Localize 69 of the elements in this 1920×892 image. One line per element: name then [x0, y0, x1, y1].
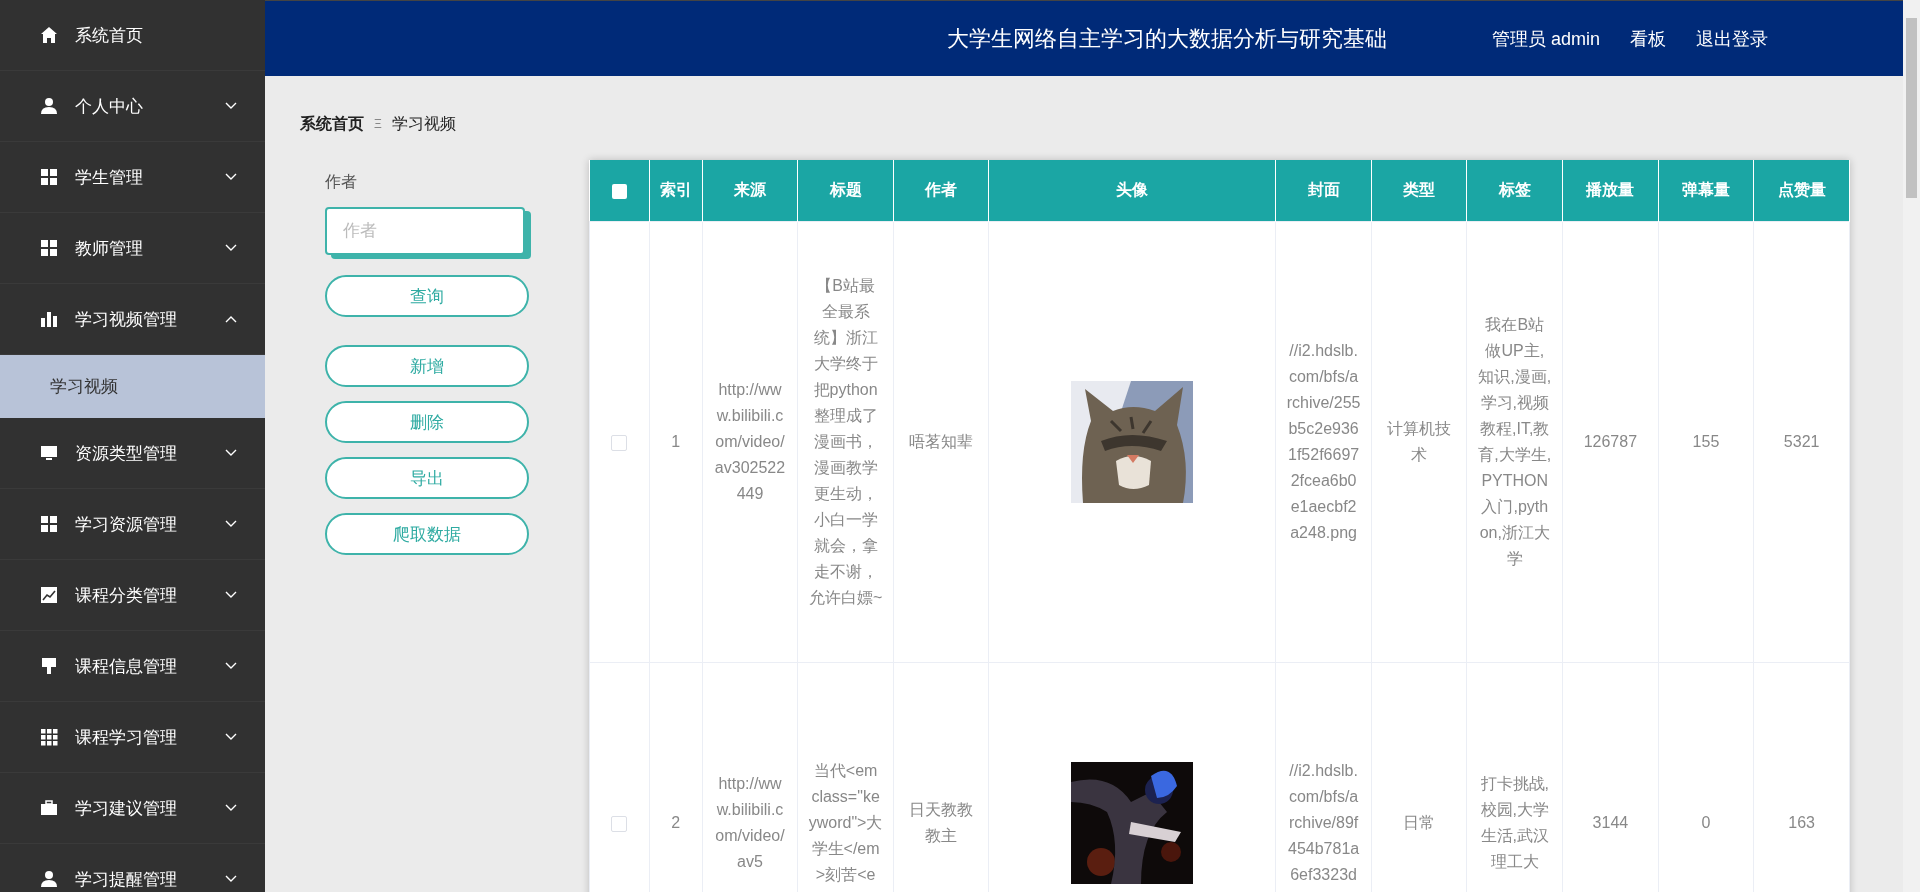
grid-icon [40, 239, 58, 257]
row-checkbox[interactable] [611, 434, 628, 451]
header-link[interactable]: 退出登录 [1696, 26, 1768, 51]
header-link[interactable]: 看板 [1630, 26, 1666, 51]
breadcrumb-current: 学习视频 [391, 113, 456, 134]
nav-label: 课程分类管理 [75, 584, 177, 607]
user-icon [40, 97, 58, 115]
column-header: 标签 [1467, 160, 1563, 222]
grid-icon [40, 168, 58, 186]
nav-label: 资源类型管理 [75, 442, 177, 465]
table-cell: http://www.bilibili.com/video/av302522449 [702, 221, 798, 663]
nav-label: 学习资源管理 [75, 513, 177, 536]
nav-label: 学习建议管理 [75, 797, 177, 820]
sidebar-item[interactable]: 课程信息管理 [0, 631, 265, 702]
nav-label: 教师管理 [75, 237, 143, 260]
column-header: 作者 [893, 160, 989, 222]
table-cell: 我在B站做UP主,知识,漫画,学习,视频教程,IT,教育,大学生,PYTHON入门,python,浙江大学 [1467, 221, 1563, 663]
grid-icon [40, 728, 58, 746]
column-header: 索引 [649, 160, 703, 222]
table-cell: 1 [649, 221, 703, 663]
user-icon [40, 870, 58, 888]
select-all-checkbox[interactable] [611, 183, 627, 199]
nav-label: 学习视频管理 [75, 308, 177, 331]
app-title: 大学生网络自主学习的大数据分析与研究基础 [946, 24, 1387, 53]
sidebar-item[interactable]: 资源类型管理 [0, 418, 265, 489]
column-header: 弹幕量 [1658, 160, 1754, 222]
field-label: 作者 [325, 172, 358, 192]
nav-label: 个人中心 [75, 95, 143, 118]
table-cell: 【B站最全最系统】浙江大学终于把python整理成了漫画书，漫画教学更生动，小白一学就会，拿走不谢，允许白嫖~ [797, 221, 894, 663]
column-header: 头像 [989, 160, 1276, 222]
briefcase-icon [40, 799, 58, 817]
brush-icon [40, 657, 58, 675]
sidebar-item[interactable]: 课程学习管理 [0, 702, 265, 773]
table-cell: 唔茗知辈 [893, 221, 989, 663]
column-header: 标题 [797, 160, 894, 222]
table-cell: 126787 [1562, 221, 1659, 663]
sidebar-item[interactable]: 学习建议管理 [0, 773, 265, 844]
nav-label: 系统首页 [75, 24, 143, 47]
row-checkbox[interactable] [611, 815, 628, 832]
sidebar-item[interactable]: 课程分类管理 [0, 560, 265, 631]
nav-label: 学生管理 [75, 166, 143, 189]
sidebar-item[interactable]: 学生管理 [0, 142, 265, 213]
line-chart-icon [40, 586, 58, 604]
user-name: 管理员 admin [1491, 27, 1600, 51]
nav-label: 学习提醒管理 [75, 868, 177, 891]
column-header: 类型 [1371, 160, 1467, 222]
breadcrumb-separator: Ξ [374, 117, 382, 131]
sidebar-subitem[interactable]: 学习视频 [0, 355, 265, 418]
sidebar-item[interactable]: 学习提醒管理 [0, 844, 265, 892]
column-header: 来源 [702, 160, 798, 222]
author-input[interactable]: 作者 [325, 207, 525, 255]
table-cell: 155 [1658, 221, 1754, 663]
table-cell: //i2.hdslb.com/bfs/archive/255b5c2e9361f52f66972fcea6b0e1aecbf2a248.png [1275, 221, 1372, 663]
sidebar-item[interactable]: 教师管理 [0, 213, 265, 284]
monitor-icon [40, 444, 58, 462]
nav-label: 课程信息管理 [75, 655, 177, 678]
table-cell: 计算机技术 [1371, 221, 1467, 663]
sidebar-item[interactable]: 学习资源管理 [0, 489, 265, 560]
column-header: 封面 [1275, 160, 1372, 222]
table-cell: 5321 [1753, 221, 1850, 663]
grid-icon [40, 515, 58, 533]
bar-chart-icon [40, 310, 58, 328]
scrollbar[interactable] [1903, 0, 1920, 892]
column-header: 点赞量 [1753, 160, 1850, 222]
home-icon [40, 26, 58, 44]
nav-label: 课程学习管理 [75, 726, 177, 749]
breadcrumb-link[interactable]: 系统首页 [300, 113, 364, 135]
sidebar-item[interactable]: 个人中心 [0, 71, 265, 142]
column-header: 播放量 [1562, 160, 1659, 222]
